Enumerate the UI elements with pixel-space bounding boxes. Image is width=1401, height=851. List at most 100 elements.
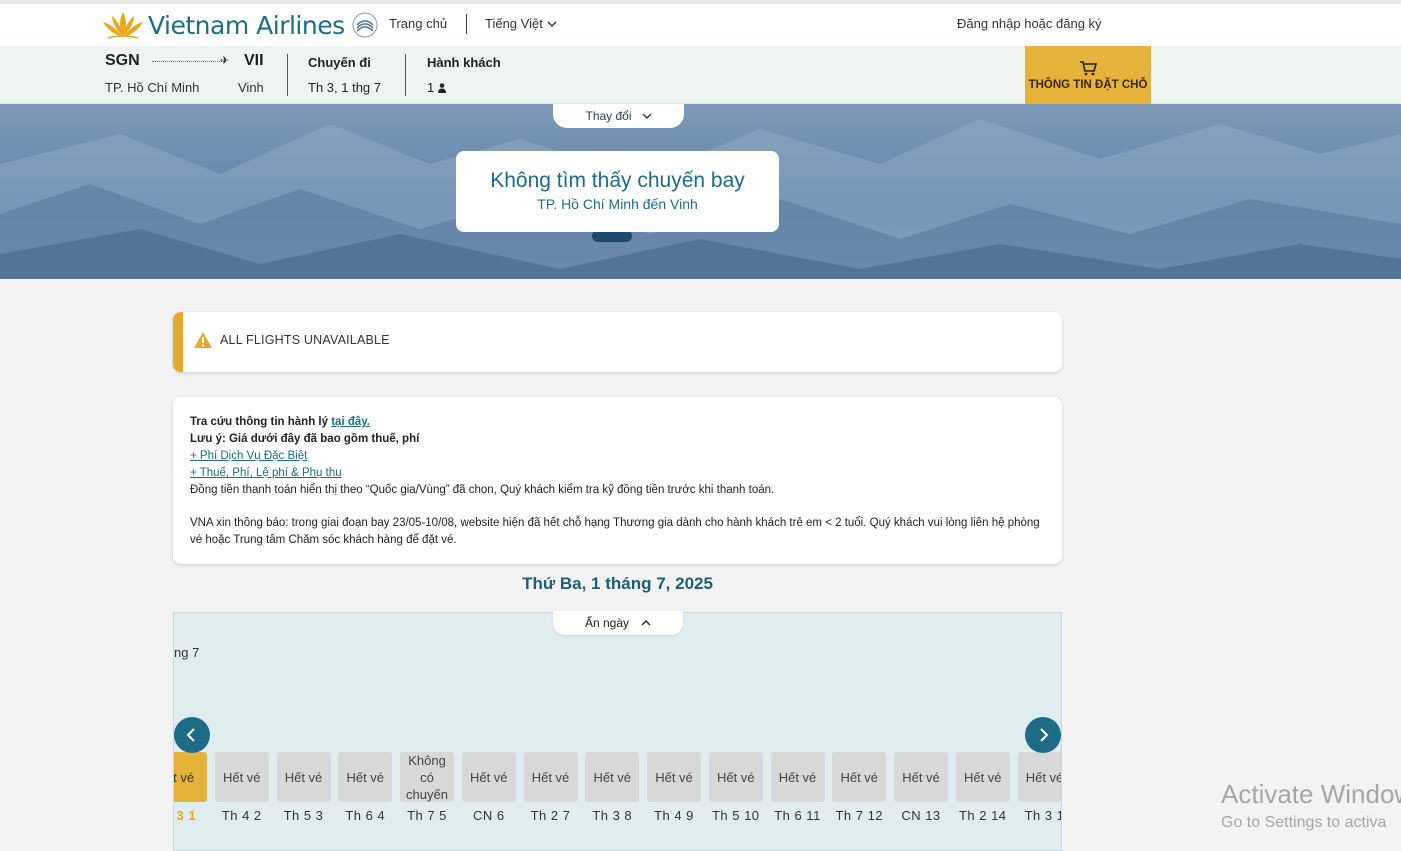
unavailable-alert: ALL FLIGHTS UNAVAILABLE	[173, 312, 1062, 372]
summary-divider	[287, 54, 288, 96]
date-label: Th 4 2	[221, 808, 262, 823]
date-status: Hết vé	[1017, 752, 1061, 802]
info-card: Tra cứu thông tin hành lý tại đây. Lưu ý…	[173, 397, 1062, 564]
date-cell[interactable]: Hết vé Th 3 1	[1017, 752, 1062, 823]
brand-name: Vietnam Airlines	[148, 10, 345, 40]
date-cell[interactable]: Hết vé Th 6 11	[770, 752, 825, 823]
origin-code: SGN	[105, 52, 140, 69]
passenger-label: Hành khách	[427, 55, 501, 70]
person-icon	[438, 82, 447, 93]
language-selector[interactable]: Tiếng Việt	[485, 16, 557, 31]
lotus-logo-icon	[103, 12, 143, 39]
baggage-info-line: Tra cứu thông tin hành lý tại đây.	[190, 414, 1046, 431]
booking-info-button[interactable]: THÔNG TIN ĐẶT CHỖ	[1025, 46, 1151, 104]
date-cell[interactable]: ết vé h 3 1	[174, 752, 207, 823]
date-calendar: ng 7 ết véh 3 1Hết véTh 4 2Hết véTh 5 3H…	[173, 612, 1062, 851]
date-cell[interactable]: Hết vé Th 4 9	[647, 752, 701, 823]
date-label: CN 6	[472, 808, 505, 823]
activation-watermark-subtitle: Go to Settings to activa	[1221, 814, 1387, 831]
date-status: Hết vé	[461, 752, 516, 802]
trip-label: Chuyến đi	[308, 55, 371, 70]
date-cell[interactable]: Hết vé Th 4 2	[214, 752, 269, 823]
baggage-info-link[interactable]: tại đây.	[331, 416, 370, 428]
date-cell[interactable]: Không có chuyến Th 7 5	[400, 752, 454, 823]
skyteam-icon	[352, 12, 378, 38]
date-status: Không có chuyến	[400, 752, 454, 802]
date-cell[interactable]: Hết vé Th 7 12	[832, 752, 887, 823]
date-status: Hết vé	[647, 752, 701, 802]
date-status: Hết vé	[894, 752, 948, 802]
date-cell[interactable]: Hết vé CN 13	[894, 752, 948, 823]
hide-dates-label: Ẩn ngày	[584, 616, 630, 630]
date-label: Th 2 14	[958, 808, 1007, 823]
currency-note: Đồng tiền thanh toán hiển thị theo “Quốc…	[190, 484, 775, 496]
no-flight-card: Không tìm thấy chuyến bay TP. Hồ Chí Min…	[456, 151, 779, 232]
cart-icon	[1080, 60, 1097, 75]
date-cell[interactable]: Hết vé CN 6	[461, 752, 516, 823]
passenger-count-value: 1	[427, 80, 435, 95]
chevron-right-icon	[1040, 728, 1049, 742]
warning-icon	[194, 332, 212, 348]
flight-summary-bar: SGN TP. Hồ Chí Minh ✈ VII Vinh Chuyến đi…	[0, 46, 1401, 104]
baggage-info-text: Tra cứu thông tin hành lý	[190, 416, 332, 428]
summary-divider	[405, 54, 406, 96]
no-flight-route: TP. Hồ Chí Minh đến Vinh	[537, 196, 698, 212]
nav-divider	[466, 14, 467, 34]
business-class-notice: VNA xin thông báo: trong giai đoạn bay 2…	[190, 517, 1040, 546]
prev-dates-button[interactable]	[174, 717, 210, 753]
login-register-link[interactable]: Đăng nhập hoặc đăng ký	[957, 16, 1102, 31]
date-status: ết vé	[174, 752, 207, 802]
date-label: Th 5 3	[283, 808, 324, 823]
language-label: Tiếng Việt	[485, 16, 543, 31]
date-status: Hết vé	[832, 752, 887, 802]
selected-date-title: Thứ Ba, 1 tháng 7, 2025	[522, 574, 713, 593]
date-label: Th 4 9	[654, 808, 694, 823]
date-status: Hết vé	[523, 752, 578, 802]
special-service-fee-link[interactable]: + Phí Dịch Vụ Đặc Biệt	[190, 450, 307, 462]
date-label: Th 6 4	[345, 808, 386, 823]
date-status: Hết vé	[585, 752, 640, 802]
date-status: Hết vé	[770, 752, 825, 802]
date-label: Th 3 8	[592, 808, 633, 823]
date-status: Hết vé	[955, 752, 1010, 802]
chevron-down-icon	[642, 113, 652, 119]
date-label: Th 5 10	[711, 808, 760, 823]
date-label: Th 7 12	[835, 808, 884, 823]
date-cell[interactable]: Hết vé Th 2 7	[523, 752, 578, 823]
trip-date: Th 3, 1 thg 7	[308, 80, 381, 95]
destination-code: VII	[244, 52, 264, 69]
month-label: ng 7	[174, 645, 200, 660]
passenger-count: 1	[427, 80, 447, 95]
route-line	[152, 61, 226, 62]
date-cell[interactable]: Hết vé Th 6 4	[338, 752, 393, 823]
date-cell[interactable]: Hết vé Th 3 8	[585, 752, 640, 823]
date-cell[interactable]: Hết vé Th 5 3	[276, 752, 331, 823]
plane-icon: ✈	[220, 55, 230, 67]
date-label: Th 2 7	[530, 808, 571, 823]
nav-home-link[interactable]: Trang chủ	[389, 16, 447, 31]
top-nav: Vietnam Airlines Trang chủ Tiếng Việt Đă…	[0, 0, 1401, 46]
chevron-down-icon	[547, 21, 557, 27]
taxes-fees-link[interactable]: + Thuế, Phí, Lệ phí & Phụ thu	[190, 467, 342, 479]
date-cell[interactable]: Hết vé Th 5 10	[708, 752, 763, 823]
change-search-button[interactable]: Thay đổi	[553, 104, 684, 128]
date-status: Hết vé	[214, 752, 269, 802]
date-status: Hết vé	[708, 752, 763, 802]
destination-city: Vinh	[238, 80, 264, 95]
next-dates-button[interactable]	[1025, 717, 1061, 753]
date-cell[interactable]: Hết vé Th 2 14	[955, 752, 1010, 823]
hide-dates-button[interactable]: Ẩn ngày	[553, 611, 683, 635]
booking-info-label: THÔNG TIN ĐẶT CHỖ	[1028, 78, 1148, 91]
chevron-up-icon	[641, 620, 651, 626]
date-label: Th 7 5	[407, 808, 447, 823]
date-status: Hết vé	[276, 752, 331, 802]
date-label: CN 13	[901, 808, 941, 823]
no-flight-title: Không tìm thấy chuyến bay	[490, 169, 745, 192]
date-status: Hết vé	[338, 752, 393, 802]
date-label: Th 3 1	[1024, 808, 1062, 823]
price-note: Lưu ý: Giá dưới đây đã bao gồm thuế, phí	[190, 433, 420, 445]
activation-watermark-title: Activate Window	[1221, 779, 1401, 809]
alert-text: ALL FLIGHTS UNAVAILABLE	[220, 333, 390, 347]
vietnam-airlines-logo[interactable]: Vietnam Airlines	[100, 8, 379, 42]
date-label: h 3 1	[174, 808, 197, 823]
